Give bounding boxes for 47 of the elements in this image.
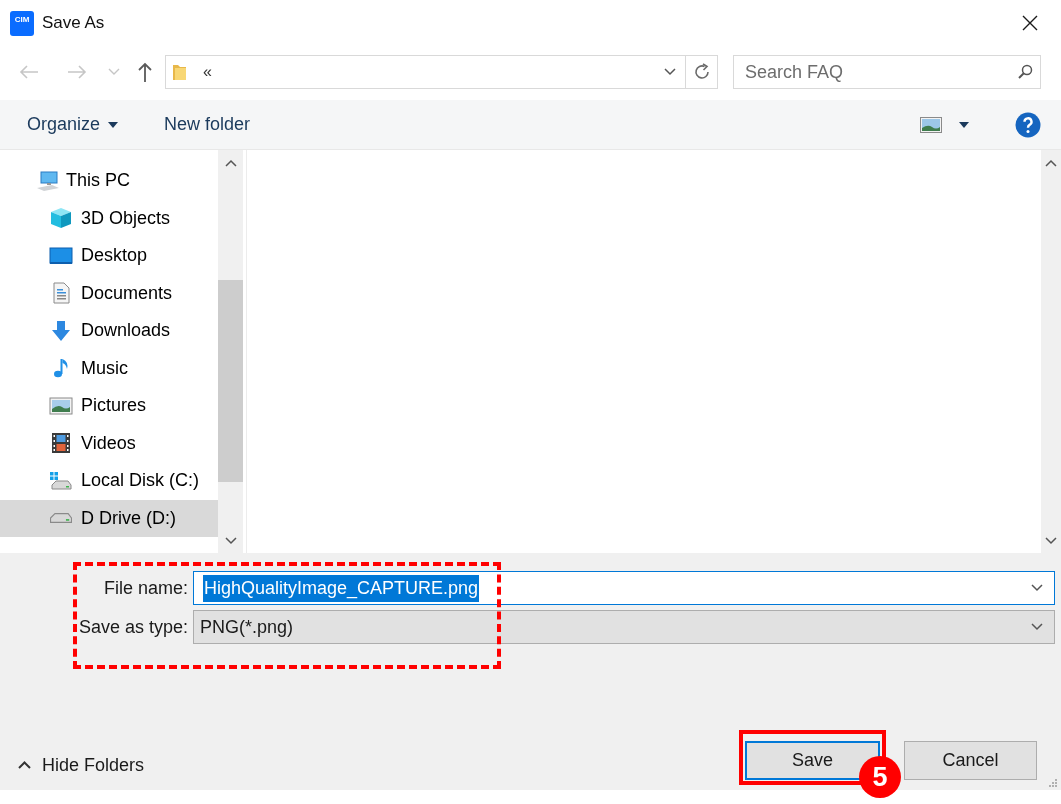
breadcrumb[interactable]: « xyxy=(203,60,212,84)
chevron-down-icon xyxy=(224,536,237,545)
film-strip-icon xyxy=(49,432,73,455)
computer-icon xyxy=(36,169,60,192)
file-name-value[interactable]: HighQualityImage_CAPTURE.png xyxy=(203,574,480,602)
search-icon xyxy=(1017,64,1033,80)
caret-icon xyxy=(959,121,969,128)
up-arrow-icon xyxy=(137,62,153,82)
chevron-down-icon xyxy=(1045,536,1057,545)
cube-icon xyxy=(49,207,73,230)
chevron-up-icon xyxy=(1045,158,1057,167)
landscape-picture-icon xyxy=(920,116,942,133)
desktop-icon xyxy=(49,244,73,267)
help-icon xyxy=(1015,111,1041,138)
chevron-up-icon xyxy=(18,761,31,769)
forward-arrow-icon xyxy=(67,64,87,80)
hide-folders-button[interactable]: Hide Folders xyxy=(14,750,149,780)
save-as-type-dropdown[interactable]: PNG(*.png) xyxy=(193,610,1055,644)
chevron-down-icon xyxy=(664,68,676,76)
refresh-icon xyxy=(692,63,711,81)
close-icon xyxy=(1022,15,1038,31)
organize-button[interactable]: Organize xyxy=(18,106,128,143)
folder-icon xyxy=(172,63,187,81)
app-logo: CIM xyxy=(10,10,34,36)
resize-grip-icon xyxy=(1049,779,1058,788)
down-arrow-icon xyxy=(49,319,73,342)
scrollbar-thumb[interactable] xyxy=(218,280,243,482)
landscape-picture-icon xyxy=(49,394,73,417)
new-folder-button[interactable]: New folder xyxy=(162,106,253,143)
field-label: File name: xyxy=(102,576,188,600)
field-label: Save as type: xyxy=(78,615,188,639)
system-drive-icon xyxy=(49,469,73,492)
file-name-field[interactable]: HighQualityImage_CAPTURE.png xyxy=(193,571,1055,605)
search-field[interactable]: Search FAQ xyxy=(733,55,1041,89)
caret-icon xyxy=(108,121,119,128)
cancel-button[interactable]: Cancel xyxy=(904,741,1037,780)
chevron-down-icon xyxy=(1031,623,1043,631)
back-arrow-icon xyxy=(19,64,39,80)
chevron-down-icon xyxy=(1031,584,1043,592)
scrollbar[interactable] xyxy=(1041,150,1061,553)
chevron-up-icon xyxy=(224,158,237,167)
chevron-down-icon xyxy=(108,68,120,76)
drive-icon xyxy=(50,513,72,524)
sidebar-item[interactable]: D Drive (D:) xyxy=(0,499,218,537)
window-title: Save As xyxy=(42,12,105,35)
scrollbar[interactable] xyxy=(218,150,243,553)
address-bar[interactable]: « xyxy=(165,55,718,89)
